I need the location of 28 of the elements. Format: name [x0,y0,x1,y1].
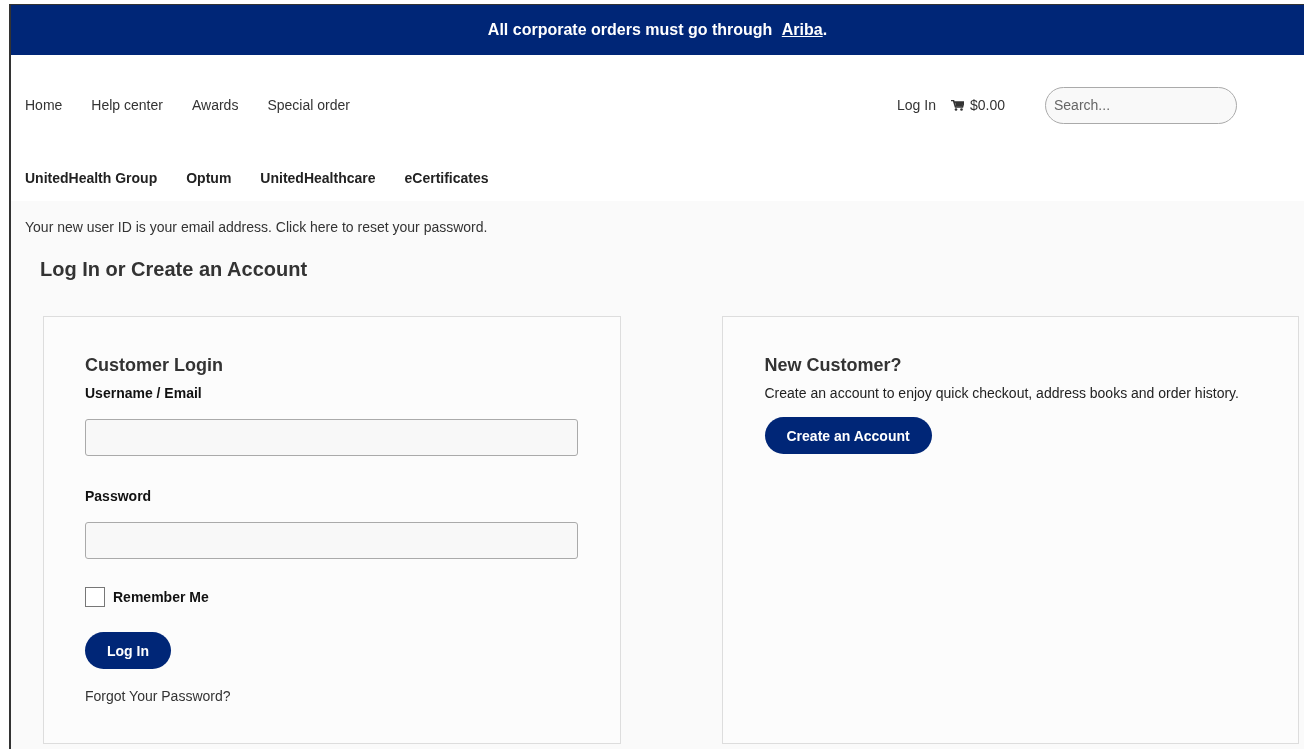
page-heading: Log In or Create an Account [40,258,309,281]
nav-link[interactable]: Home [25,97,63,113]
create-account-button[interactable]: Create an Account [764,417,932,454]
input-field[interactable] [85,419,578,456]
card-title: Customer Login [85,355,223,376]
brand-link[interactable]: UnitedHealth Group [25,170,158,186]
brand-link[interactable]: Optum [186,170,232,186]
field-label: Username / Email [85,385,202,401]
brand-link[interactable]: eCertificates [404,170,489,186]
cart-icon [950,99,964,111]
brand-link[interactable]: UnitedHealthcare [260,170,376,186]
nav-link[interactable]: Help center [91,97,163,113]
nav-link[interactable]: Awards [191,97,239,113]
field-label: Password [85,488,152,504]
login-link[interactable]: Log In [897,97,936,113]
ariba-link[interactable]: Ariba [781,21,823,38]
card-description: Create an account to enjoy quick checkout, address books and order history. [764,385,1239,401]
card-title: New Customer? [764,355,902,376]
input-field[interactable] [85,522,578,559]
cart-link[interactable]: $0.00 [950,97,1005,113]
search-field[interactable]: Search... [1045,86,1237,124]
login-button[interactable]: Log In [85,632,171,669]
notice-text: Your new user ID is your email address. Click here to reset your password. [25,219,489,235]
remember-checkbox[interactable] [85,587,105,607]
nav-link[interactable]: Special order [267,97,350,113]
checkbox-label: Remember Me [113,589,209,605]
forgot-password-link[interactable]: Forgot Your Password? [85,688,231,704]
announcement-text: All corporate orders must go through Ariba. [487,21,828,39]
